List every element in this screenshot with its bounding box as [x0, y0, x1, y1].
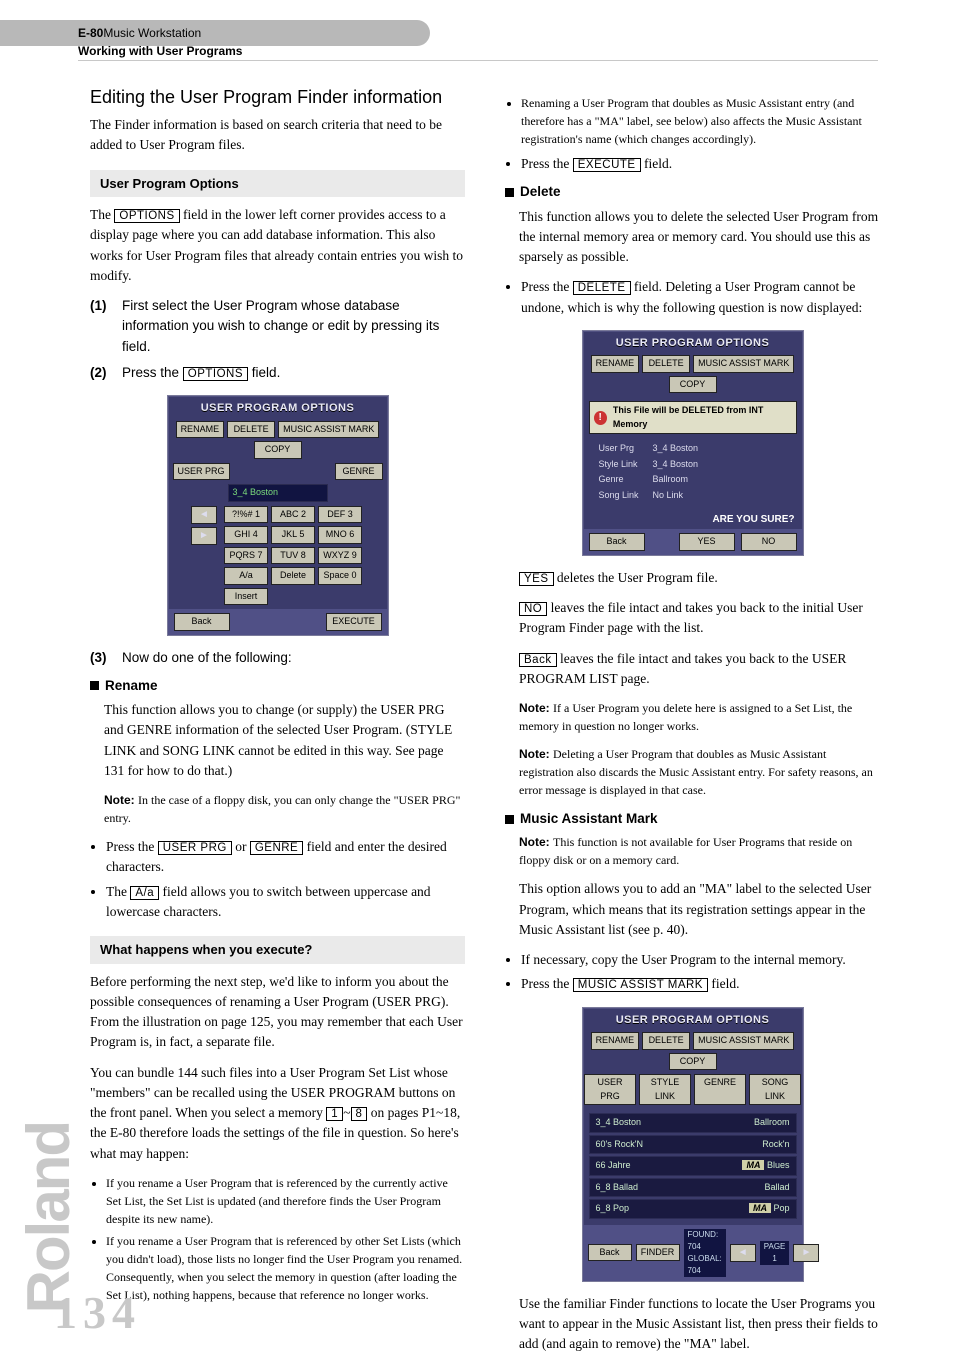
field-user-prg: USER PRG — [158, 841, 232, 855]
square-bullet-icon — [505, 815, 514, 824]
figure-rename-keypad: USER PROGRAM OPTIONS RENAME DELETE MUSIC… — [167, 395, 389, 636]
field-options-2: OPTIONS — [183, 367, 248, 381]
fig1-tabs: RENAME DELETE MUSIC ASSIST MARK COPY — [168, 421, 388, 463]
warning-icon: ! — [594, 411, 607, 425]
tab-delete[interactable]: DELETE — [227, 421, 275, 439]
step-1: (1) First select the User Program whose … — [90, 296, 465, 357]
tab-rename[interactable]: RENAME — [176, 421, 225, 439]
field-num-1: 1 — [326, 1107, 343, 1121]
field-num-8: 8 — [351, 1107, 368, 1121]
left-column: Editing the User Program Finder informat… — [90, 70, 465, 1364]
field-genre: GENRE — [250, 841, 303, 855]
page-prev-icon[interactable]: ◄ — [730, 1244, 756, 1262]
intro-text: The Finder information is based on searc… — [90, 115, 465, 156]
delete-info: User Prg3_4 Boston Style Link3_4 Boston … — [583, 438, 803, 510]
figure-ma-list: USER PROGRAM OPTIONS RENAME DELETE MUSIC… — [582, 1007, 804, 1282]
subheading-execute: What happens when you execute? — [90, 936, 465, 964]
delete-heading: Delete — [505, 182, 880, 202]
edit-slot[interactable]: 3_4 Boston — [228, 484, 328, 502]
header-product-bold: E-80 — [78, 26, 103, 40]
field-back: Back — [519, 653, 557, 667]
execute-button[interactable]: EXECUTE — [326, 613, 382, 631]
tab-ma-mark[interactable]: MUSIC ASSIST MARK — [278, 421, 379, 439]
ma-badge: MA — [749, 1203, 771, 1213]
ma-badge: MA — [742, 1160, 764, 1170]
page-next-icon[interactable]: ► — [793, 1244, 819, 1262]
field-a-slash-a: A/a — [130, 886, 159, 900]
square-bullet-icon — [505, 188, 514, 197]
brand-logo: Roland — [14, 1122, 83, 1313]
rename-heading: Rename — [90, 676, 465, 696]
list-item[interactable]: 60's Rock'NRock'n — [589, 1135, 797, 1155]
step-3: (3) Now do one of the following: — [90, 648, 465, 668]
user-prg-button[interactable]: USER PRG — [173, 463, 230, 481]
genre-button[interactable]: GENRE — [335, 463, 383, 481]
figure-delete-confirm: USER PROGRAM OPTIONS RENAME DELETE MUSIC… — [582, 330, 804, 556]
right-column: Renaming a User Program that doubles as … — [505, 70, 880, 1364]
field-delete: DELETE — [573, 281, 631, 295]
back-button[interactable]: Back — [174, 613, 230, 631]
subheading-options: User Program Options — [90, 170, 465, 198]
tab-copy[interactable]: COPY — [254, 441, 302, 459]
rename-note: Note: In the case of a floppy disk, you … — [104, 791, 465, 827]
field-music-assist-mark: MUSIC ASSIST MARK — [573, 978, 708, 992]
page-number: 134 — [54, 1286, 141, 1339]
field-execute: EXECUTE — [573, 158, 641, 172]
list-item[interactable]: 66 JahreMA Blues — [589, 1156, 797, 1176]
list-item[interactable]: 3_4 BostonBallroom — [589, 1113, 797, 1133]
back-button[interactable]: Back — [588, 1244, 632, 1262]
sort-buttons: USER PRG STYLE LINK GENRE SONG LINK — [583, 1074, 803, 1109]
doc-header: E-80 Music Workstation — [0, 20, 430, 46]
header-product-rest: Music Workstation — [103, 26, 201, 40]
field-options: OPTIONS — [114, 209, 179, 223]
section-title: Editing the User Program Finder informat… — [90, 84, 465, 111]
step-2: (2) Press the OPTIONS field. — [90, 363, 465, 383]
header-rule — [78, 60, 878, 61]
list-item[interactable]: 6_8 PopMA Pop — [589, 1199, 797, 1219]
ma-heading: Music Assistant Mark — [505, 809, 880, 829]
back-button[interactable]: Back — [589, 533, 645, 551]
arrow-left-icon[interactable]: ◄ — [191, 506, 217, 524]
list-item[interactable]: 6_8 BalladBallad — [589, 1178, 797, 1198]
no-button[interactable]: NO — [741, 533, 797, 551]
yes-button[interactable]: YES — [679, 533, 735, 551]
keypad: ◄ ► ?!%# 1 ABC 2 DEF 3 GHI 4 JKL 5 MNO 6… — [168, 506, 388, 610]
arrow-right-icon[interactable]: ► — [191, 527, 217, 545]
field-yes: YES — [519, 572, 554, 586]
square-bullet-icon — [90, 681, 99, 690]
header-sub: Working with User Programs — [78, 44, 242, 58]
field-no: NO — [519, 602, 547, 616]
options-paragraph: The OPTIONS field in the lower left corn… — [90, 205, 465, 286]
finder-button[interactable]: FINDER — [636, 1244, 680, 1262]
warning-bar: ! This File will be DELETED from INT Mem… — [589, 401, 797, 434]
ma-list: 3_4 BostonBallroom 60's Rock'NRock'n 66 … — [583, 1109, 803, 1225]
